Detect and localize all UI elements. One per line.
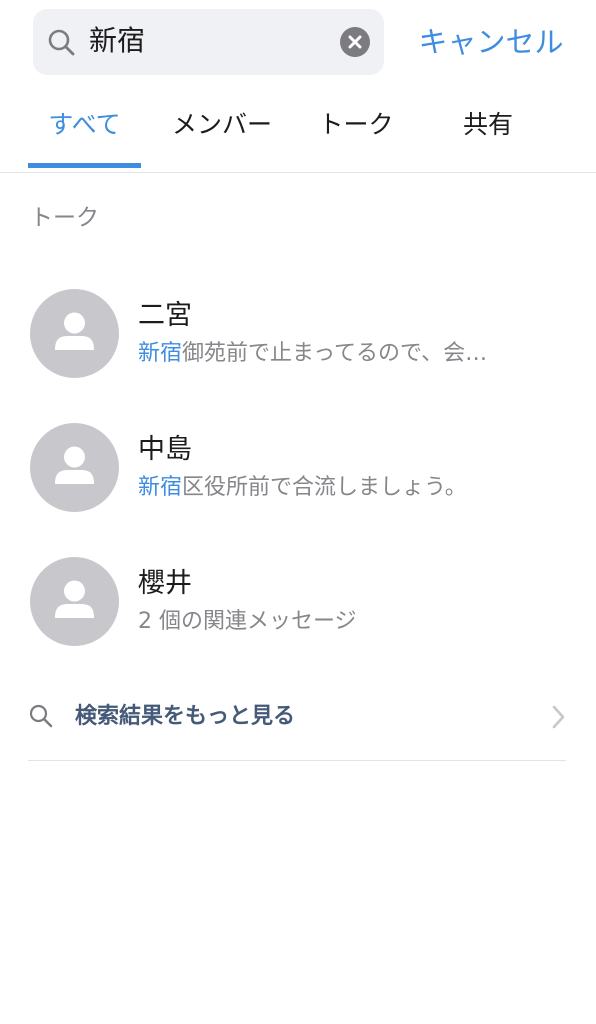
clear-search-button[interactable]	[340, 27, 370, 57]
search-input[interactable]: 新宿	[89, 9, 145, 75]
tab-shared[interactable]: 共有	[430, 92, 546, 158]
snippet-text: 2 個の関連メッセージ	[138, 609, 357, 634]
tab-talk[interactable]: トーク	[300, 92, 412, 158]
search-icon	[47, 28, 77, 58]
result-name: 二宮	[138, 300, 192, 331]
person-silhouette-icon	[55, 446, 94, 484]
person-silhouette-icon	[55, 312, 94, 350]
avatar	[30, 423, 119, 512]
snippet-text: 区役所前で合流しましょう。	[182, 475, 467, 500]
search-bar[interactable]: 新宿	[33, 9, 384, 75]
search-icon	[28, 703, 54, 729]
avatar	[30, 557, 119, 646]
snippet-highlight: 新宿	[138, 341, 183, 366]
result-row[interactable]: 櫻井 2 個の関連メッセージ	[0, 538, 596, 664]
result-row[interactable]: 中島 新宿区役所前で合流しましょう。	[0, 404, 596, 530]
tab-bar: すべて メンバー トーク 共有	[0, 92, 596, 173]
more-results-label: 検索結果をもっと見る	[75, 704, 296, 729]
tab-all[interactable]: すべて	[28, 92, 141, 158]
divider	[28, 760, 566, 761]
more-results-link[interactable]: 検索結果をもっと見る	[28, 688, 568, 746]
active-tab-indicator	[28, 163, 141, 168]
result-snippet: 新宿御苑前で止まってるので、会…	[138, 336, 568, 372]
section-header-talk: トーク	[30, 205, 99, 231]
cancel-button[interactable]: キャンセル	[406, 9, 576, 75]
snippet-highlight: 新宿	[138, 475, 183, 500]
clear-icon	[348, 35, 362, 49]
avatar	[30, 289, 119, 378]
result-snippet: 新宿区役所前で合流しましょう。	[138, 470, 568, 506]
result-row[interactable]: 二宮 新宿御苑前で止まってるので、会…	[0, 270, 596, 396]
snippet-text: 御苑前で止まってるので、会…	[182, 341, 488, 366]
result-snippet: 2 個の関連メッセージ	[138, 604, 568, 640]
result-name: 櫻井	[138, 568, 192, 599]
result-name: 中島	[138, 434, 192, 465]
person-silhouette-icon	[55, 580, 94, 618]
tab-members[interactable]: メンバー	[158, 92, 286, 158]
chevron-right-icon	[548, 704, 568, 730]
